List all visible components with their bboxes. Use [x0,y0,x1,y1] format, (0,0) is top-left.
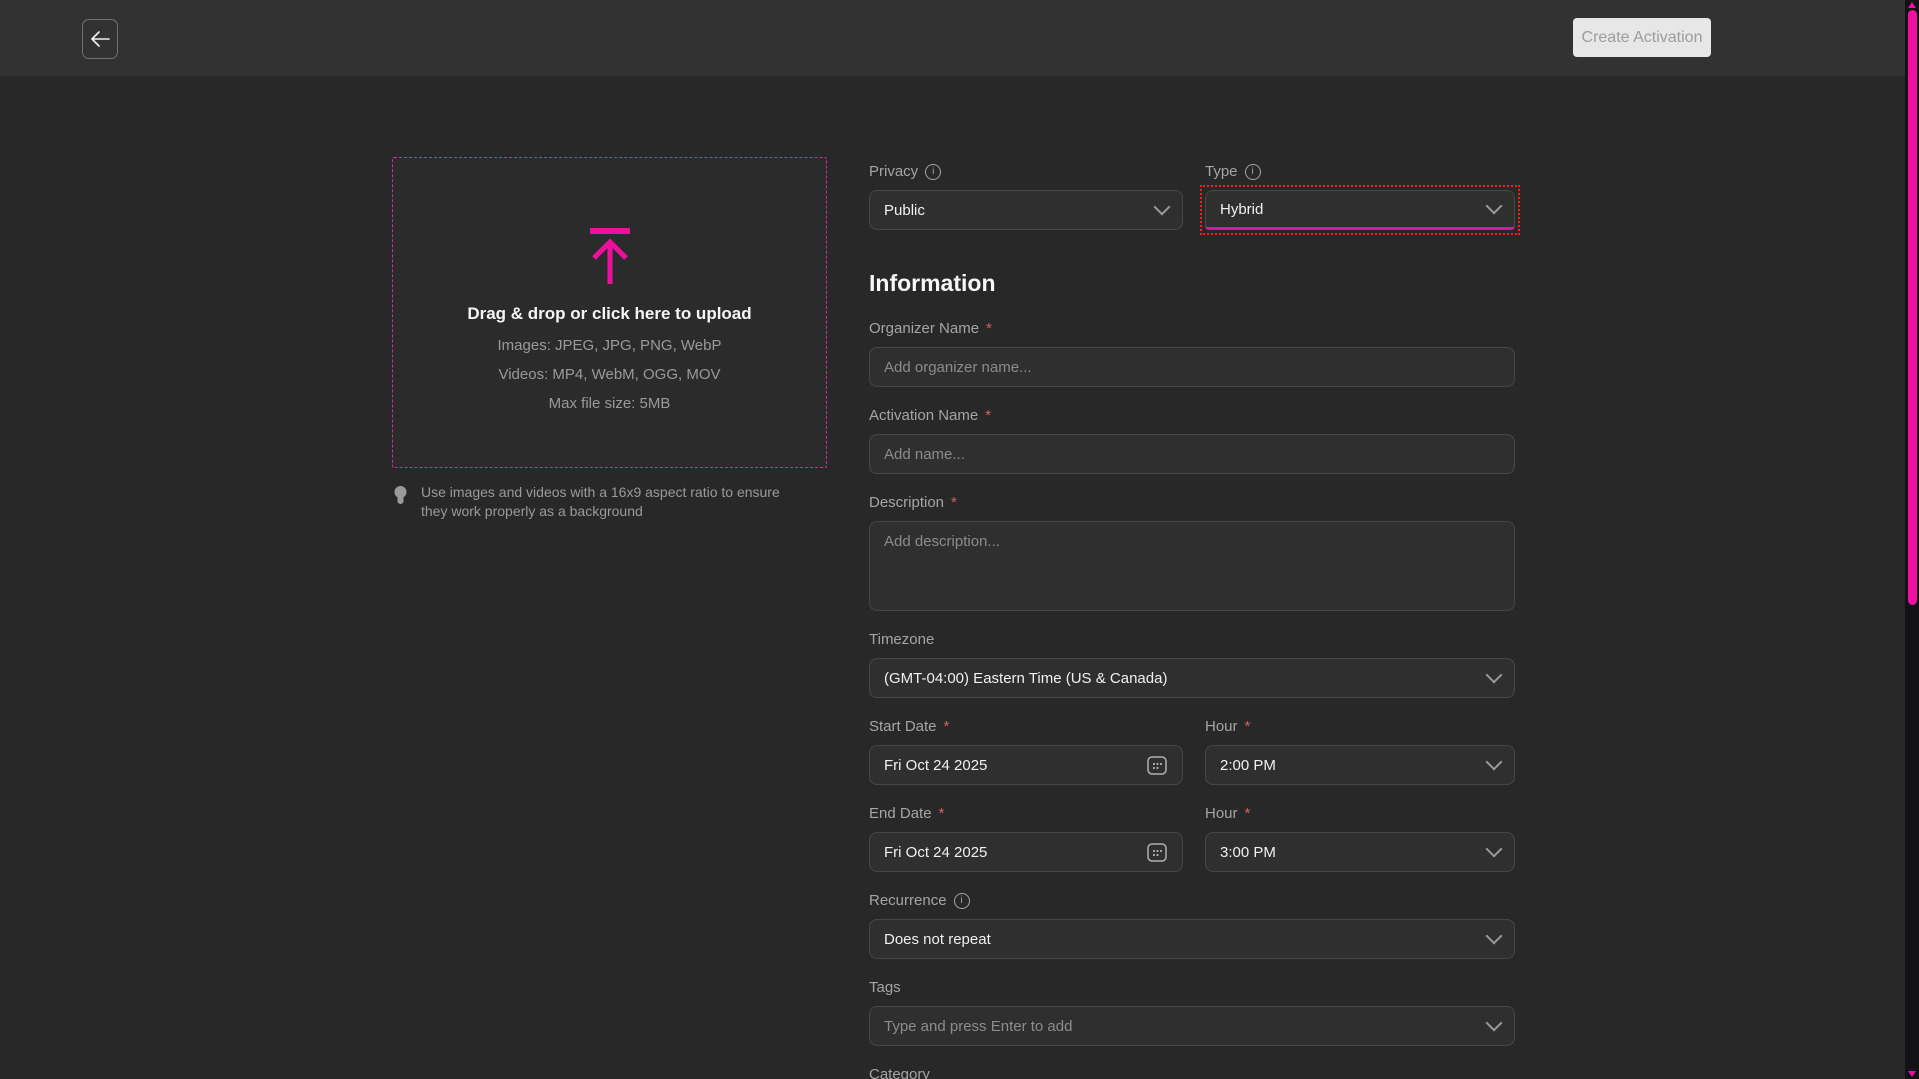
privacy-label-text: Privacy [869,163,918,181]
upload-arrow-icon [582,226,638,286]
type-select[interactable]: Hybrid [1205,190,1515,230]
recurrence-value: Does not repeat [884,931,1488,948]
activation-name-input[interactable] [869,434,1515,474]
end-hour-value: 3:00 PM [1220,844,1488,861]
chevron-down-icon [1486,1015,1503,1032]
required-asterisk: * [985,407,991,425]
create-activation-page: Create Activation Drag & drop or click h… [0,0,1919,1079]
back-button[interactable] [82,19,118,59]
media-upload-dropzone[interactable]: Drag & drop or click here to upload Imag… [392,157,827,468]
calendar-icon [1146,754,1168,776]
upload-videos-formats: Videos: MP4, WebM, OGG, MOV [498,366,720,383]
tags-combobox[interactable]: Type and press Enter to add [869,1006,1515,1046]
end-hour-label: Hour * [1205,805,1515,823]
timezone-select[interactable]: (GMT-04:00) Eastern Time (US & Canada) [869,658,1515,698]
start-date-label: Start Date * [869,718,1183,736]
create-activation-button[interactable]: Create Activation [1573,18,1711,57]
start-hour-label-text: Hour [1205,718,1238,736]
end-hour-label-text: Hour [1205,805,1238,823]
start-hour-value: 2:00 PM [1220,757,1488,774]
start-hour-select[interactable]: 2:00 PM [1205,745,1515,785]
top-bar: Create Activation [0,0,1919,76]
end-date-value: Fri Oct 24 2025 [884,844,1146,861]
required-asterisk: * [951,494,957,512]
start-date-value: Fri Oct 24 2025 [884,757,1146,774]
type-label: Type i [1205,163,1515,181]
hint-text: Use images and videos with a 16x9 aspect… [421,483,809,521]
category-label-text: Category [869,1066,930,1079]
scrollbar-down-arrow-icon[interactable] [1908,1071,1916,1077]
description-textarea[interactable] [869,521,1515,611]
recurrence-label-text: Recurrence [869,892,947,910]
privacy-info-icon[interactable]: i [925,164,941,180]
organizer-name-label: Organizer Name * [869,320,1515,338]
required-asterisk: * [1245,718,1251,736]
back-arrow-icon [90,31,110,47]
end-date-label-text: End Date [869,805,932,823]
privacy-label: Privacy i [869,163,1183,181]
timezone-label-text: Timezone [869,631,934,649]
vertical-scrollbar[interactable] [1905,0,1919,1079]
privacy-value: Public [884,202,1156,219]
description-label-text: Description [869,494,944,512]
organizer-name-label-text: Organizer Name [869,320,979,338]
chevron-down-icon [1154,199,1171,216]
start-hour-label: Hour * [1205,718,1515,736]
organizer-name-input[interactable] [869,347,1515,387]
type-value: Hybrid [1220,201,1488,218]
end-date-picker[interactable]: Fri Oct 24 2025 [869,832,1183,872]
required-asterisk: * [939,805,945,823]
chevron-down-icon [1486,928,1503,945]
calendar-icon [1146,841,1168,863]
type-label-text: Type [1205,163,1238,181]
scrollbar-thumb[interactable] [1908,10,1917,605]
tags-placeholder: Type and press Enter to add [884,1018,1488,1035]
required-asterisk: * [1245,805,1251,823]
chevron-down-icon [1486,198,1503,215]
category-label: Category [869,1066,1515,1079]
chevron-down-icon [1486,841,1503,858]
end-hour-select[interactable]: 3:00 PM [1205,832,1515,872]
activation-name-label: Activation Name * [869,407,1515,425]
upload-max-size: Max file size: 5MB [549,395,671,412]
privacy-select[interactable]: Public [869,190,1183,230]
upload-title: Drag & drop or click here to upload [467,304,751,324]
recurrence-info-icon[interactable]: i [954,893,970,909]
chevron-down-icon [1486,667,1503,684]
timezone-value: (GMT-04:00) Eastern Time (US & Canada) [884,670,1488,687]
aspect-ratio-hint: Use images and videos with a 16x9 aspect… [393,483,873,521]
recurrence-label: Recurrence i [869,892,1515,910]
start-date-label-text: Start Date [869,718,937,736]
description-label: Description * [869,494,1515,512]
chevron-down-icon [1486,754,1503,771]
tags-label-text: Tags [869,979,901,997]
scrollbar-up-arrow-icon[interactable] [1908,2,1916,8]
activation-form: Privacy i Public Type i Hybrid [869,163,1515,1079]
end-date-label: End Date * [869,805,1183,823]
activation-name-label-text: Activation Name [869,407,978,425]
lightbulb-icon [393,485,408,507]
type-select-focus-indicator: Hybrid [1205,190,1515,230]
upload-images-formats: Images: JPEG, JPG, PNG, WebP [498,337,722,354]
tags-label: Tags [869,979,1515,997]
recurrence-select[interactable]: Does not repeat [869,919,1515,959]
start-date-picker[interactable]: Fri Oct 24 2025 [869,745,1183,785]
type-info-icon[interactable]: i [1245,164,1261,180]
timezone-label: Timezone [869,631,1515,649]
required-asterisk: * [944,718,950,736]
required-asterisk: * [986,320,992,338]
information-section-title: Information [869,268,1515,298]
